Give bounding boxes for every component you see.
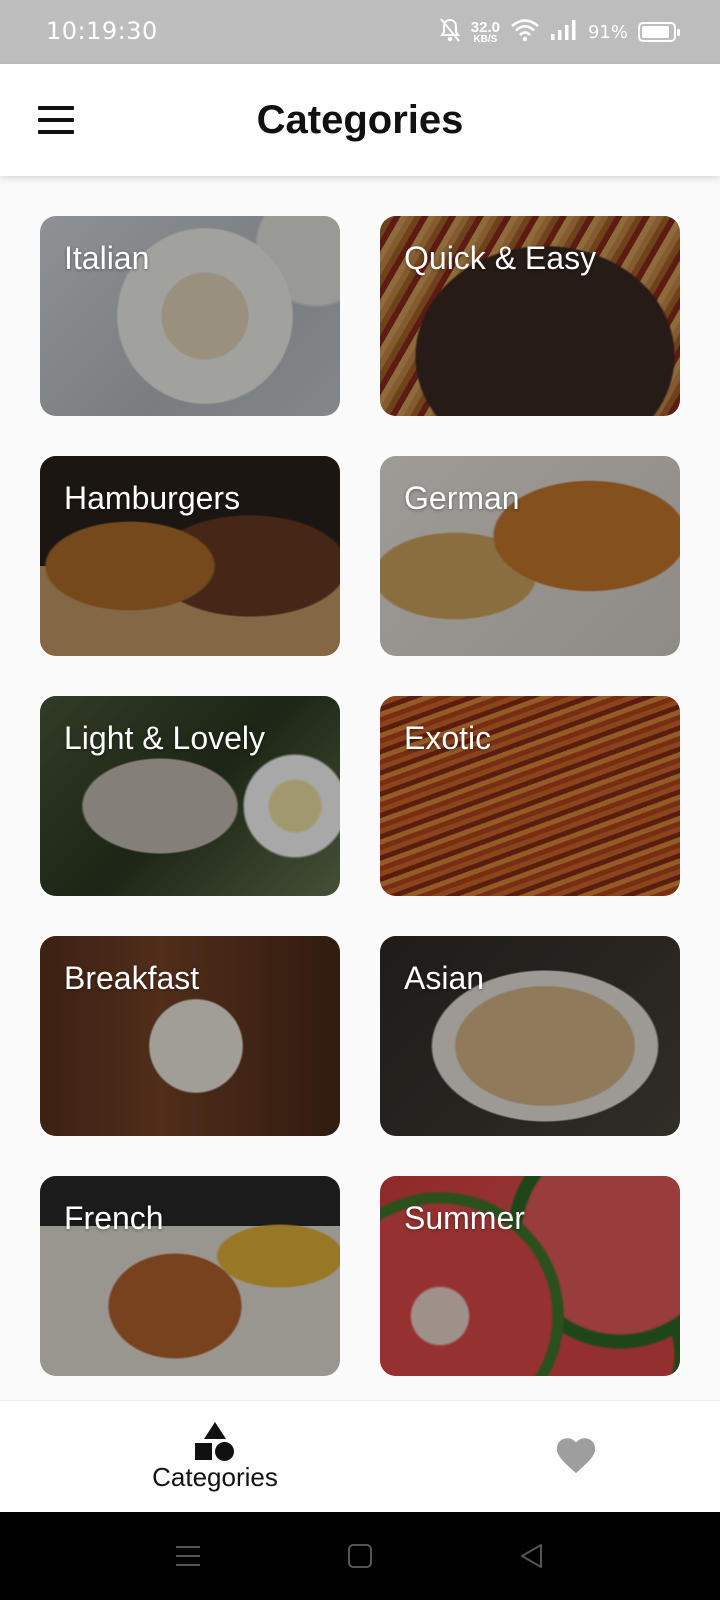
category-tile-french[interactable]: French (40, 1176, 340, 1376)
recents-icon[interactable] (168, 1536, 208, 1576)
category-tile-german[interactable]: German (380, 456, 680, 656)
categories-grid: Italian Quick & Easy Hamburgers German L… (40, 216, 680, 1376)
category-label: Exotic (404, 720, 492, 756)
home-icon[interactable] (340, 1536, 380, 1576)
category-tile-exotic[interactable]: Exotic (380, 696, 680, 896)
network-speed-value: 32.0 (470, 18, 500, 36)
battery-percent: 91% (587, 21, 628, 43)
shape-square (195, 1442, 212, 1460)
shape-triangle (204, 1421, 226, 1439)
category-label: Italian (64, 240, 150, 276)
network-speed-unit: KB/S (473, 33, 498, 45)
shape-circle (215, 1441, 234, 1461)
category-label: Hamburgers (64, 480, 241, 516)
back-icon[interactable] (512, 1536, 552, 1576)
heart-icon (554, 1435, 598, 1480)
category-label: German (404, 480, 520, 516)
category-label: Summer (404, 1200, 525, 1236)
status-time: 10:19:30 (46, 17, 158, 45)
category-label: Breakfast (64, 960, 200, 996)
category-tile-italian[interactable]: Italian (40, 216, 340, 416)
app-bar: Categories (0, 64, 720, 176)
status-icons: 32.0 KB/S 91% (439, 14, 680, 50)
nav-label-categories: Categories (152, 1461, 278, 1492)
signal-icon (550, 19, 578, 46)
category-tile-hamburgers[interactable]: Hamburgers (40, 456, 340, 656)
network-speed: 32.0 KB/S (471, 20, 500, 45)
category-tile-light-lovely[interactable]: Light & Lovely (40, 696, 340, 896)
nav-tab-favorites[interactable] (396, 1401, 720, 1513)
bottom-nav: Categories (0, 1400, 720, 1512)
battery-icon (638, 22, 680, 42)
battery-fill (642, 26, 670, 38)
category-tile-asian[interactable]: Asian (380, 936, 680, 1136)
shapes-icon (195, 1421, 235, 1461)
category-tile-summer[interactable]: Summer (380, 1176, 680, 1376)
system-nav-bar (0, 1512, 720, 1600)
bell-muted-icon (439, 17, 461, 48)
page-title: Categories (256, 98, 464, 142)
status-bar: 10:19:30 32.0 KB/S 91% (0, 0, 720, 64)
category-tile-quick-easy[interactable]: Quick & Easy (380, 216, 680, 416)
category-tile-breakfast[interactable]: Breakfast (40, 936, 340, 1136)
category-label: Asian (404, 960, 485, 996)
nav-tab-categories[interactable]: Categories (36, 1401, 394, 1513)
category-label: Light & Lovely (64, 720, 266, 756)
category-label: French (64, 1200, 164, 1236)
wifi-icon (510, 18, 540, 47)
category-label: Quick & Easy (404, 240, 597, 276)
